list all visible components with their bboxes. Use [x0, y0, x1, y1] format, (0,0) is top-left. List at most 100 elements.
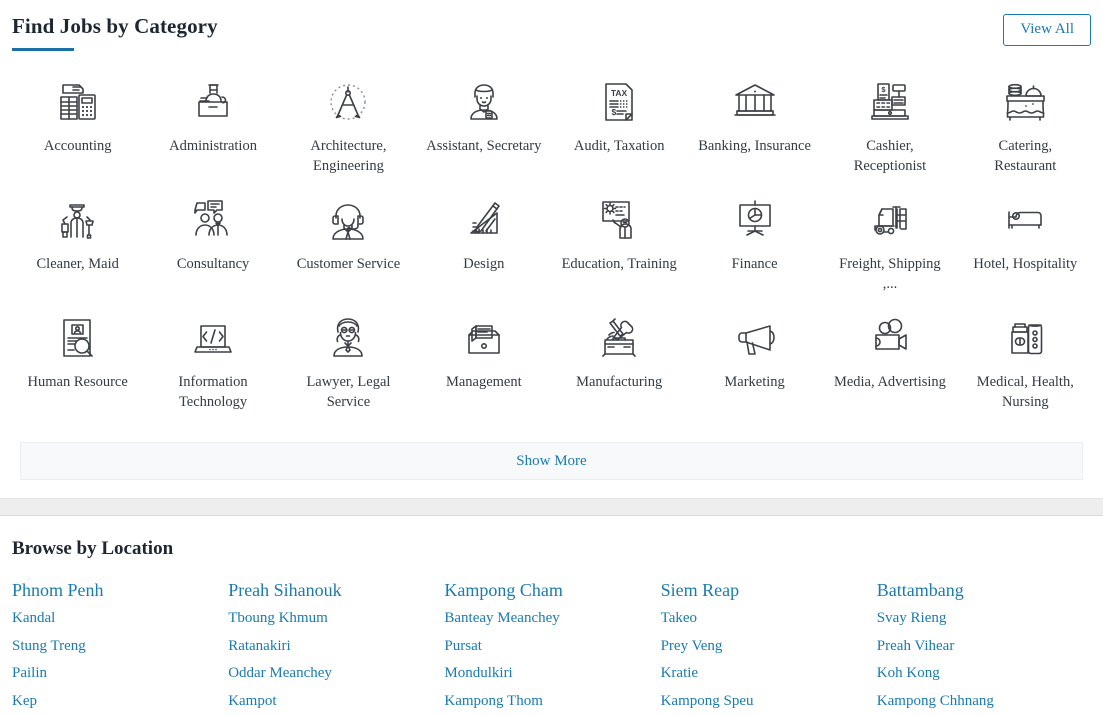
pie-chart-presentation-icon	[730, 194, 780, 246]
location-column: Siem Reap Takeo Prey Veng Kratie Kampong Spe…	[661, 576, 877, 715]
location-link[interactable]: Pursat	[444, 633, 660, 661]
file-drawer-icon	[459, 312, 509, 364]
cleaner-tools-icon	[53, 194, 103, 246]
category-item-label: Catering, Restaurant	[994, 138, 1057, 174]
title-underline-rule	[12, 48, 74, 51]
view-all-button[interactable]: View All	[1003, 14, 1091, 46]
category-item[interactable]: Architecture, Engineering	[281, 76, 416, 194]
location-link[interactable]: Svay Rieng	[877, 605, 1093, 633]
location-link[interactable]: Oddar Meanchey	[228, 660, 444, 688]
location-link[interactable]: Tboung Khmum	[228, 605, 444, 633]
category-grid: Accounting Administration Architecture, En…	[10, 58, 1093, 430]
category-item-label: Audit, Taxation	[573, 138, 665, 154]
category-title-wrap: Find Jobs by Category	[10, 12, 220, 51]
tax-document-icon: TAX $	[594, 76, 644, 128]
location-link[interactable]: Banteay Meanchey	[444, 605, 660, 633]
location-link[interactable]: Koh Kong	[877, 660, 1093, 688]
reception-desk-icon	[188, 76, 238, 128]
category-item-label: Lawyer, Legal Service	[306, 374, 391, 410]
category-item[interactable]: Management	[416, 312, 551, 430]
category-item[interactable]: Customer Service	[281, 194, 416, 312]
location-section-title: Browse by Location	[12, 538, 174, 559]
location-column: Preah Sihanouk Tboung Khmum Ratanakiri Odda…	[228, 576, 444, 715]
location-link[interactable]: Kampong Speu	[661, 688, 877, 715]
category-item[interactable]: Hotel, Hospitality	[958, 194, 1093, 312]
category-item-label: Finance	[731, 256, 778, 272]
cash-register-icon: $	[865, 76, 915, 128]
location-link-primary[interactable]: Preah Sihanouk	[228, 576, 444, 605]
ruler-pencil-icon	[459, 194, 509, 246]
location-link[interactable]: Takeo	[661, 605, 877, 633]
category-item[interactable]: TAX $ Audit, Taxation	[552, 76, 687, 194]
location-link[interactable]: Kampong Chhnang	[877, 688, 1093, 715]
show-more-label: Show More	[516, 452, 587, 469]
category-item[interactable]: Human Resource	[10, 312, 145, 430]
category-item[interactable]: Education, Training	[552, 194, 687, 312]
svg-text:$: $	[612, 107, 617, 117]
category-item-label: Architecture, Engineering	[310, 138, 387, 174]
location-link-primary[interactable]: Kampong Cham	[444, 576, 660, 605]
two-people-chat-icon	[188, 194, 238, 246]
category-item[interactable]: Medical, Health, Nursing	[958, 312, 1093, 430]
browse-by-location-section: Browse by Location Phnom Penh Kandal Stung…	[0, 516, 1103, 715]
location-link[interactable]: Kandal	[12, 605, 228, 633]
location-link-primary[interactable]: Phnom Penh	[12, 576, 228, 605]
location-link[interactable]: Prey Veng	[661, 633, 877, 661]
category-item[interactable]: Cleaner, Maid	[10, 194, 145, 312]
resume-search-icon	[53, 312, 103, 364]
secretary-person-icon	[459, 76, 509, 128]
find-jobs-by-category-section: Find Jobs by Category View All Accountin…	[0, 0, 1103, 480]
bed-icon	[1000, 194, 1050, 246]
category-item[interactable]: Administration	[145, 76, 280, 194]
category-item-label: Banking, Insurance	[698, 138, 811, 154]
category-item-label: Cleaner, Maid	[36, 256, 119, 272]
location-link[interactable]: Kampong Thom	[444, 688, 660, 715]
location-link[interactable]: Kep	[12, 688, 228, 715]
category-item-label: Information Technology	[178, 374, 248, 410]
category-item[interactable]: Information Technology	[145, 312, 280, 430]
category-item[interactable]: Design	[416, 194, 551, 312]
location-grid: Phnom Penh Kandal Stung Treng Pailin Kep Prea…	[10, 562, 1093, 715]
page-title: Find Jobs by Category	[12, 14, 218, 38]
category-item[interactable]: Finance	[687, 194, 822, 312]
svg-text:$: $	[881, 85, 886, 94]
show-more-button[interactable]: Show More	[20, 442, 1083, 480]
category-item[interactable]: Marketing	[687, 312, 822, 430]
category-item-label: Administration	[169, 138, 257, 154]
medicine-pills-icon	[1000, 312, 1050, 364]
location-link[interactable]: Ratanakiri	[228, 633, 444, 661]
drafting-compass-icon	[323, 76, 373, 128]
location-link[interactable]: Preah Vihear	[877, 633, 1093, 661]
location-link[interactable]: Stung Treng	[12, 633, 228, 661]
category-item[interactable]: Manufacturing	[552, 312, 687, 430]
location-column: Kampong Cham Banteay Meanchey Pursat Mondul…	[444, 576, 660, 715]
film-camera-icon	[865, 312, 915, 364]
category-item-label: Marketing	[724, 374, 785, 390]
laptop-code-icon	[188, 312, 238, 364]
location-link-primary[interactable]: Siem Reap	[661, 576, 877, 605]
toolbox-icon	[594, 312, 644, 364]
category-item-label: Hotel, Hospitality	[973, 256, 1078, 272]
category-item[interactable]: $ Cashier, Receptionist	[822, 76, 957, 194]
location-link[interactable]: Kratie	[661, 660, 877, 688]
category-item[interactable]: Banking, Insurance	[687, 76, 822, 194]
category-item[interactable]: Freight, Shipping ,...	[822, 194, 957, 312]
location-link[interactable]: Pailin	[12, 660, 228, 688]
location-column: Phnom Penh Kandal Stung Treng Pailin Kep	[12, 576, 228, 715]
headset-agent-icon	[323, 194, 373, 246]
category-item[interactable]: Lawyer, Legal Service	[281, 312, 416, 430]
category-item[interactable]: Consultancy	[145, 194, 280, 312]
location-link[interactable]: Kampot	[228, 688, 444, 715]
category-item[interactable]: Catering, Restaurant	[958, 76, 1093, 194]
location-link[interactable]: Mondulkiri	[444, 660, 660, 688]
category-item[interactable]: Assistant, Secretary	[416, 76, 551, 194]
category-item-label: Media, Advertising	[833, 374, 946, 390]
category-item[interactable]: Media, Advertising	[822, 312, 957, 430]
category-item-label: Accounting	[43, 138, 112, 154]
location-link-primary[interactable]: Battambang	[877, 576, 1093, 605]
svg-text:TAX: TAX	[611, 88, 628, 98]
catering-table-icon	[1000, 76, 1050, 128]
category-item-label: Manufacturing	[576, 374, 663, 390]
category-item-label: Cashier, Receptionist	[853, 138, 927, 174]
category-item[interactable]: Accounting	[10, 76, 145, 194]
